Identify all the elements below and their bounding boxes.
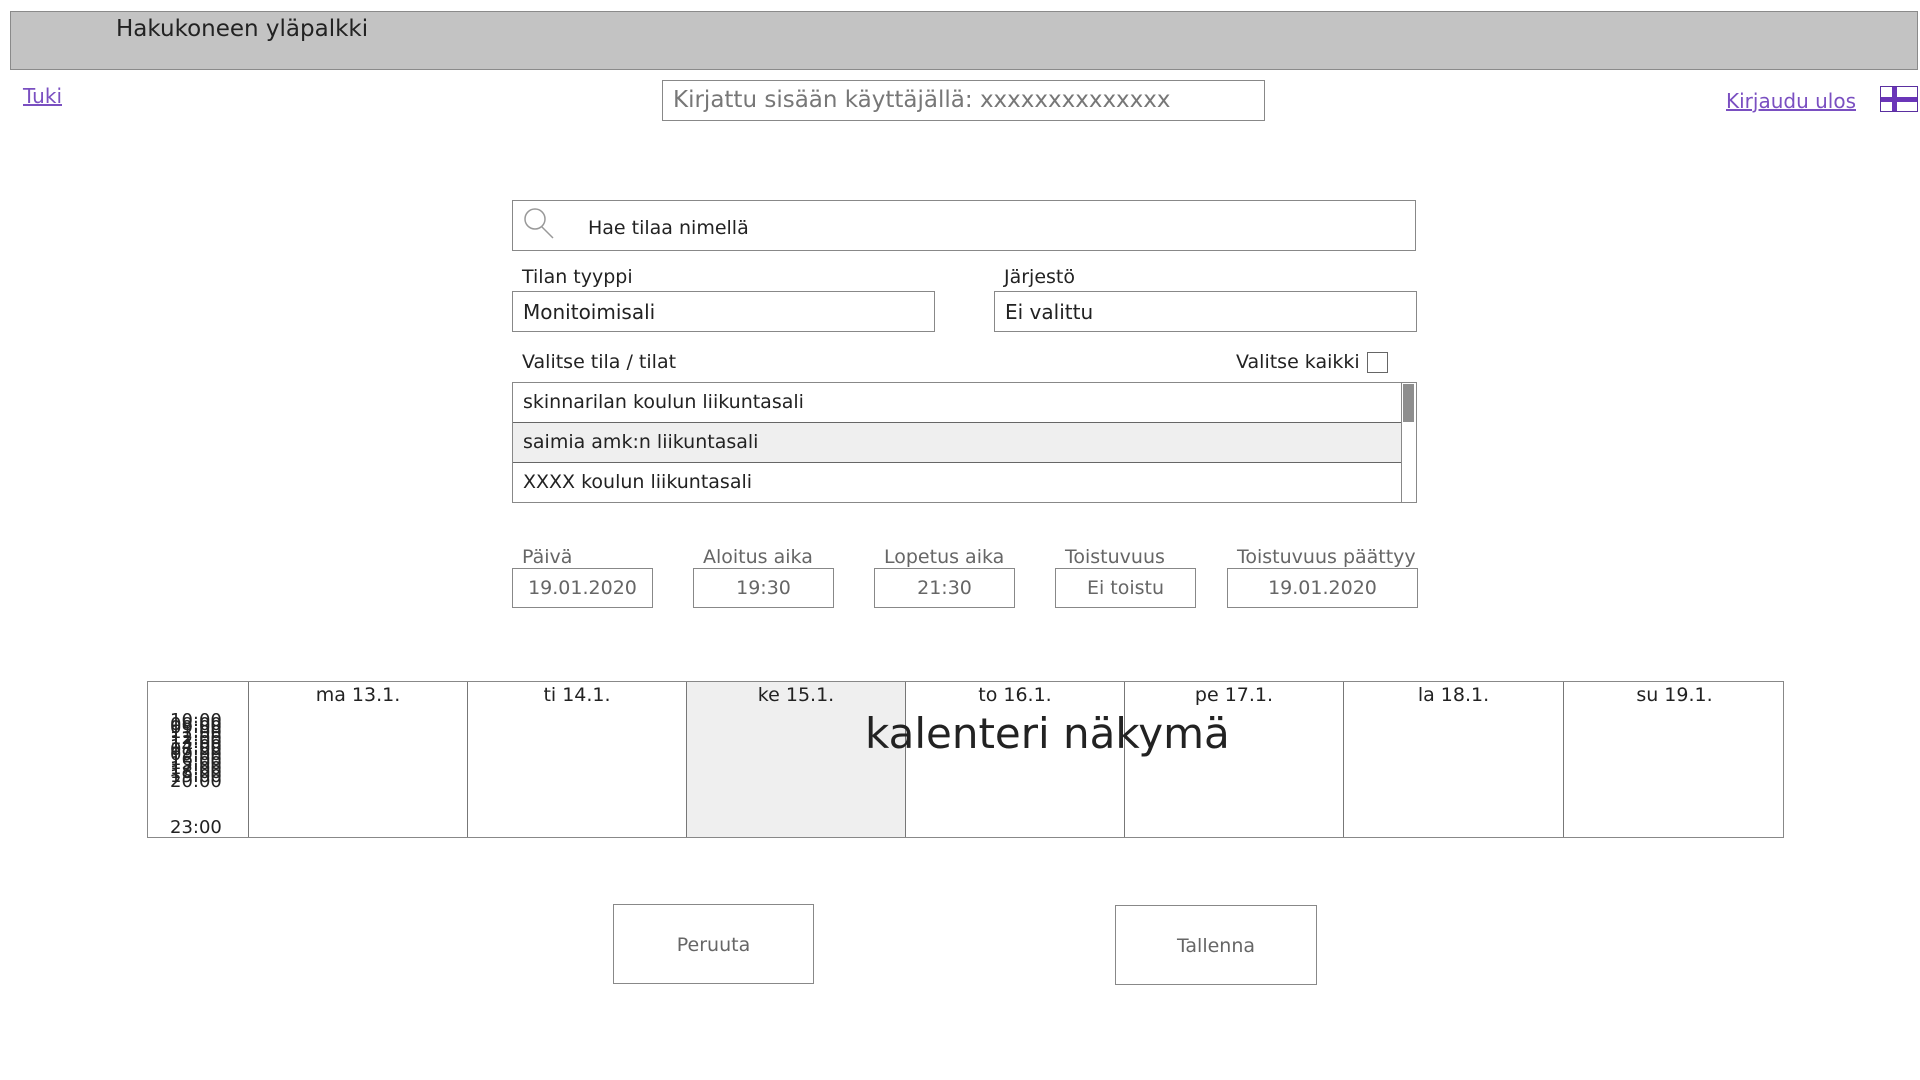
calendar-day-header: ma 13.1. (315, 684, 401, 706)
calendar-day-header: ti 14.1. (543, 684, 611, 706)
calendar-time-column: 10:00 08:00 09:00 11:00 12:00 13:00 14:0… (148, 682, 248, 838)
calendar-day-column[interactable]: to 16.1. (905, 682, 1124, 837)
repeat-field[interactable]: Ei toistu (1055, 568, 1196, 608)
calendar-day-header: la 18.1. (1417, 684, 1490, 706)
calendar-day-column[interactable]: la 18.1. (1343, 682, 1563, 837)
list-item[interactable]: saimia amk:n liikuntasali (513, 423, 1403, 463)
select-all-checkbox[interactable] (1367, 352, 1388, 373)
start-time-field[interactable]: 19:30 (693, 568, 834, 608)
room-type-label: Tilan tyyppi (522, 266, 633, 288)
room-list: skinnarilan koulun liikuntasali saimia a… (512, 382, 1417, 503)
repeat-end-label: Toistuvuus päättyy (1237, 546, 1416, 568)
scroll-thumb[interactable] (1403, 384, 1414, 422)
finnish-flag-icon[interactable] (1880, 86, 1918, 112)
list-item[interactable]: XXXX koulun liikuntasali (513, 463, 1403, 503)
calendar-day-header: to 16.1. (978, 684, 1052, 706)
day-label: Päivä (522, 546, 573, 568)
calendar-day-column-today[interactable]: ke 15.1. (686, 682, 905, 837)
select-all-label: Valitse kaikki (1236, 351, 1360, 373)
support-link[interactable]: Tuki (23, 84, 62, 108)
end-time-field[interactable]: 21:30 (874, 568, 1015, 608)
cancel-button[interactable]: Peruuta (613, 904, 814, 984)
calendar-title: kalenteri näkymä (865, 709, 1230, 758)
organization-label: Järjestö (1004, 266, 1075, 288)
end-time-label: Lopetus aika (884, 546, 1005, 568)
room-list-scrollbar[interactable] (1401, 383, 1416, 502)
top-bar-title: Hakukoneen yläpalkki (116, 16, 369, 42)
room-type-select[interactable]: Monitoimisali (512, 291, 935, 332)
repeat-label: Toistuvuus (1065, 546, 1165, 568)
login-status: Kirjattu sisään käyttäjällä: xxxxxxxxxxx… (662, 80, 1265, 121)
calendar-day-header: su 19.1. (1636, 684, 1713, 706)
calendar-day-header: ke 15.1. (757, 684, 835, 706)
organization-select[interactable]: Ei valittu (994, 291, 1417, 332)
day-field[interactable]: 19.01.2020 (512, 568, 653, 608)
calendar-day-column[interactable]: ma 13.1. (248, 682, 467, 837)
start-time-label: Aloitus aika (703, 546, 813, 568)
repeat-end-field[interactable]: 19.01.2020 (1227, 568, 1418, 608)
time-label: 20:00 (170, 771, 222, 792)
calendar-day-column[interactable]: pe 17.1. (1124, 682, 1343, 837)
search-placeholder: Hae tilaa nimellä (588, 217, 749, 239)
logout-link[interactable]: Kirjaudu ulos (1726, 89, 1856, 113)
calendar-view: 10:00 08:00 09:00 11:00 12:00 13:00 14:0… (147, 681, 1784, 838)
room-select-label: Valitse tila / tilat (522, 351, 677, 373)
search-icon (524, 208, 554, 239)
time-label: 23:00 (170, 817, 222, 838)
calendar-day-column[interactable]: ti 14.1. (467, 682, 686, 837)
calendar-day-column[interactable]: su 19.1. (1563, 682, 1785, 837)
save-button[interactable]: Tallenna (1115, 905, 1317, 985)
list-item[interactable]: skinnarilan koulun liikuntasali (513, 383, 1403, 423)
calendar-day-header: pe 17.1. (1194, 684, 1274, 706)
